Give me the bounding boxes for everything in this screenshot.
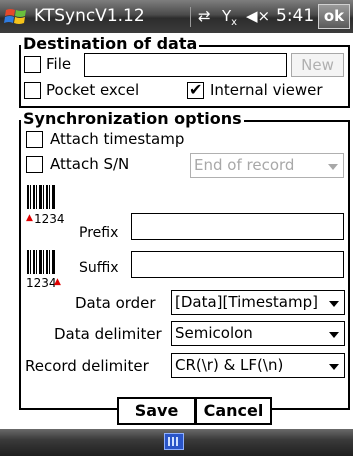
data-order-label: Data order [75,294,156,312]
windows-logo-icon[interactable] [4,5,28,29]
data-delimiter-dropdown[interactable]: Semicolon [171,321,345,346]
record-delimiter-label: Record delimiter [25,357,149,375]
ok-button[interactable]: ok [318,4,350,29]
internal-viewer-checkbox[interactable] [187,80,204,99]
suffix-label: Suffix [79,260,119,276]
chevron-down-icon [329,364,339,370]
volume-muted-icon[interactable]: ◀× [246,7,270,25]
data-delimiter-value: Semicolon [175,324,253,342]
attach-timestamp-label: Attach timestamp [50,130,185,148]
prefix-input[interactable] [131,213,344,240]
prefix-barcode-text: 1234 [34,212,65,226]
suffix-barcode-text: 1234 [26,276,57,290]
signal-icon[interactable]: Yx [222,7,237,28]
new-button[interactable]: New [291,53,344,77]
chevron-down-icon [329,332,339,338]
record-delimiter-value: CR(\r) & LF(\n) [175,356,284,374]
sn-position-value: End of record [194,156,295,174]
pocket-excel-label: Pocket excel [46,81,140,99]
save-button[interactable]: Save [117,397,196,425]
record-delimiter-dropdown[interactable]: CR(\r) & LF(\n) [171,353,345,378]
keyboard-icon[interactable] [164,433,184,450]
title-bar: KTSyncV1.12 ⇄ Yx ◀× 5:41 ok [0,0,353,33]
connectivity-icon[interactable]: ⇄ [198,7,211,25]
file-label: File [46,55,72,73]
data-delimiter-label: Data delimiter [54,325,162,343]
title-separator [190,7,191,27]
internal-viewer-label: Internal viewer [210,81,323,99]
sync-options-legend: Synchronization options [21,109,244,128]
file-path-input[interactable] [84,53,287,77]
clock[interactable]: 5:41 [276,6,314,26]
attach-sn-checkbox[interactable] [26,156,43,173]
data-order-value: [Data][Timestamp] [175,293,318,311]
file-checkbox[interactable] [24,56,41,73]
pocket-excel-checkbox[interactable] [24,82,41,99]
attach-sn-label: Attach S/N [50,155,130,173]
sn-position-dropdown[interactable]: End of record [190,153,344,178]
prefix-barcode-icon [27,185,55,209]
red-marker-icon: ▲ [26,213,33,223]
suffix-input[interactable] [131,251,344,278]
suffix-barcode-icon [27,250,55,274]
chevron-down-icon [329,301,339,307]
data-order-dropdown[interactable]: [Data][Timestamp] [171,290,345,315]
chevron-down-icon [328,164,338,170]
red-marker-icon: ▲ [54,277,61,287]
destination-legend: Destination of data [21,34,200,53]
attach-timestamp-checkbox[interactable] [26,131,43,148]
app-title: KTSyncV1.12 [34,6,145,26]
cancel-button[interactable]: Cancel [195,397,272,425]
prefix-label: Prefix [79,225,119,241]
